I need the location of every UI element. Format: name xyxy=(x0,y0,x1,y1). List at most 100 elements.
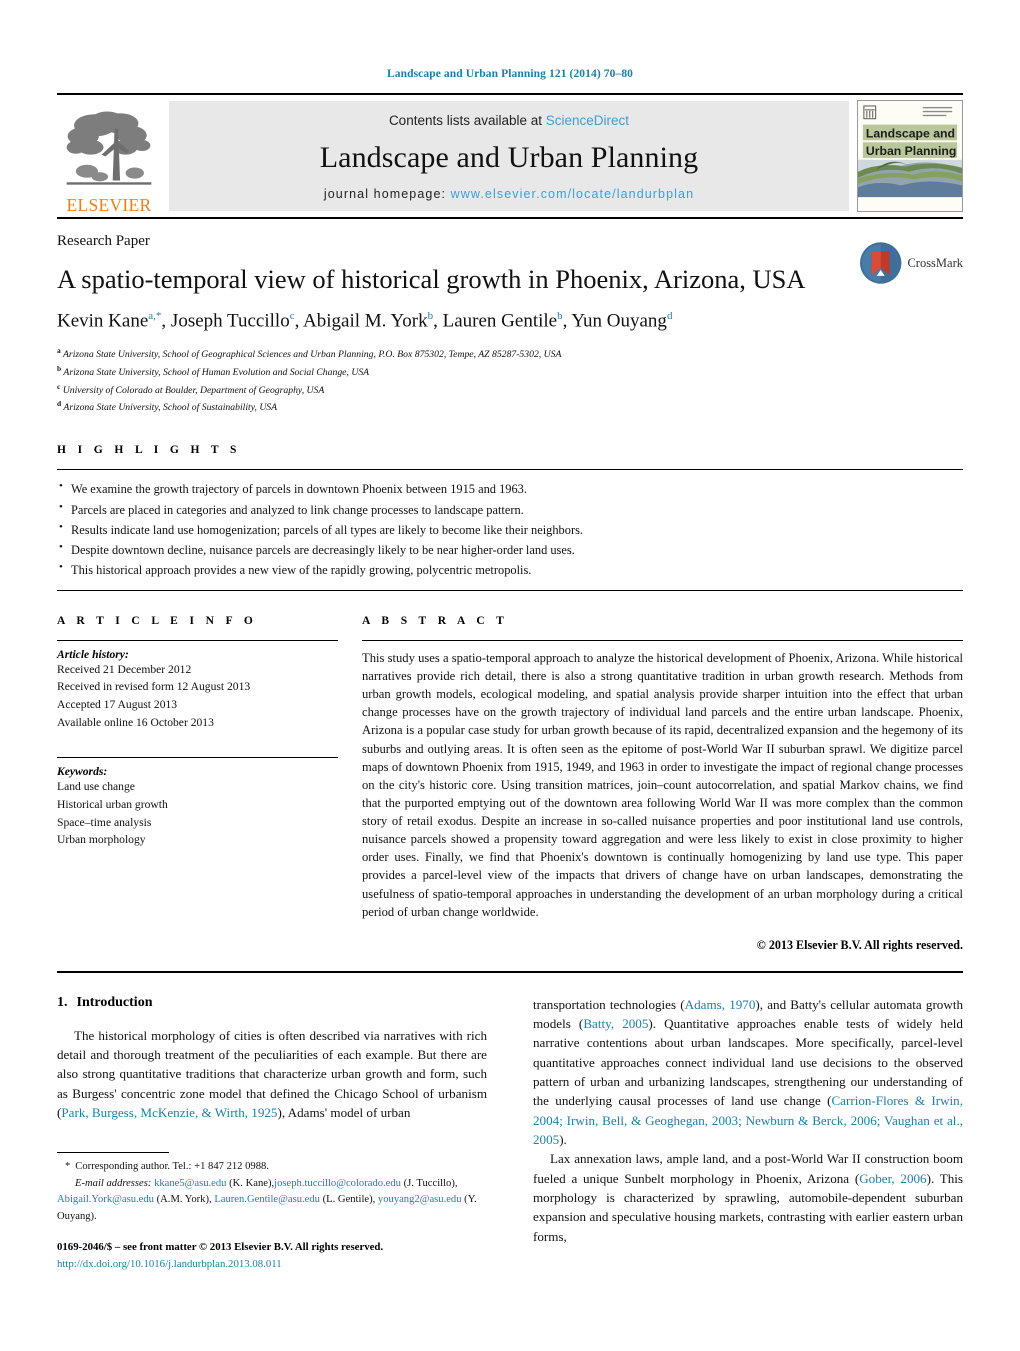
homepage-prefix: journal homepage: xyxy=(323,187,451,201)
highlights-rule-bottom xyxy=(57,589,963,591)
citation-link[interactable]: Park, Burgess, McKenzie, & Wirth, 1925 xyxy=(61,1105,277,1120)
body-column-right: transportation technologies (Adams, 1970… xyxy=(533,995,963,1273)
footnote-rule xyxy=(57,1152,169,1154)
crossmark-icon xyxy=(859,242,902,284)
paper-page: Landscape and Urban Planning 121 (2014) … xyxy=(0,0,1020,1351)
paragraph: The historical morphology of cities is o… xyxy=(57,1026,487,1123)
email-addresses-note: E-mail addresses: kkane5@asu.edu (K. Kan… xyxy=(57,1176,487,1225)
keyword-item: Urban morphology xyxy=(57,833,146,847)
info-abstract-row: A R T I C L E I N F O Article history: R… xyxy=(57,615,963,953)
list-item: We examine the growth trajectory of parc… xyxy=(57,478,963,499)
email-owner: (L. Gentile), xyxy=(319,1194,378,1206)
history-item: Received 21 December 2012 xyxy=(57,662,192,676)
abstract-copyright: © 2013 Elsevier B.V. All rights reserved… xyxy=(756,937,963,952)
email-link[interactable]: kkane5@asu.edu xyxy=(154,1178,226,1189)
affiliation-marker: b xyxy=(57,363,62,373)
issn-line: 0169-2046/$ – see front matter © 2013 El… xyxy=(57,1240,384,1253)
section-divider-rule xyxy=(57,970,963,973)
affiliation-item: b Arizona State University, School of Hu… xyxy=(57,363,963,381)
journal-band: Contents lists available at ScienceDirec… xyxy=(169,101,849,211)
contents-prefix: Contents lists available at xyxy=(388,113,546,128)
doi-link[interactable]: http://dx.doi.org/10.1016/j.landurbplan.… xyxy=(57,1256,487,1273)
keyword-item: Historical urban growth xyxy=(57,797,168,811)
paragraph-text: transportation technologies ( xyxy=(533,996,685,1012)
email-owner: (K. Kane), xyxy=(226,1177,275,1189)
journal-homepage-url[interactable]: www.elsevier.com/locate/landurbplan xyxy=(451,187,694,201)
paragraph: Lax annexation laws, ample land, and a p… xyxy=(533,1149,963,1246)
article-info-column: A R T I C L E I N F O Article history: R… xyxy=(57,615,338,953)
history-item: Accepted 17 August 2013 xyxy=(57,698,178,712)
running-head: Landscape and Urban Planning 121 (2014) … xyxy=(386,68,634,80)
abstract-text: This study uses a spatio-temporal approa… xyxy=(362,650,963,919)
list-item: Despite downtown decline, nuisance parce… xyxy=(57,539,963,560)
affiliation-marker: d xyxy=(57,399,62,409)
affiliation-text: Arizona State University, School of Sust… xyxy=(63,402,278,414)
author-list: Kevin Kanea,*, Joseph Tuccilloc, Abigail… xyxy=(57,310,673,332)
corresponding-author-note: * Corresponding author. Tel.: +1 847 212 … xyxy=(57,1159,487,1175)
asterisk-icon: * xyxy=(65,1161,71,1173)
list-item: This historical approach provides a new … xyxy=(57,559,963,580)
keywords-label: Keywords: xyxy=(57,765,108,779)
email-link[interactable]: Abigail.York@asu.edu xyxy=(57,1194,154,1205)
email-owner: (J. Tuccillo), xyxy=(400,1177,458,1189)
journal-masthead: ELSEVIER Contents lists available at Sci… xyxy=(57,93,963,219)
page-title: A spatio-temporal view of historical gro… xyxy=(57,264,806,294)
article-history-label: Article history: xyxy=(57,647,129,661)
email-link[interactable]: Lauren.Gentile@asu.edu xyxy=(214,1194,320,1205)
contents-available-line: Contents lists available at ScienceDirec… xyxy=(389,113,629,128)
elsevier-tree-icon xyxy=(66,110,152,185)
body-column-left: 1. Introduction The historical morphology… xyxy=(57,995,487,1273)
article-title-block: Research Paper A spatio-temporal view of… xyxy=(57,233,963,416)
highlights-heading: H I G H L I G H T S xyxy=(57,444,241,457)
keyword-item: Space–time analysis xyxy=(57,815,152,829)
highlights-section: H I G H L I G H T S We examine the growt… xyxy=(57,444,963,591)
affiliation-item: a Arizona State University, School of Ge… xyxy=(57,345,963,363)
sciencedirect-link[interactable]: ScienceDirect xyxy=(546,113,629,128)
issn-copyright-block: 0169-2046/$ – see front matter © 2013 El… xyxy=(57,1239,487,1272)
affiliation-text: Arizona State University, School of Huma… xyxy=(63,366,370,378)
abstract-heading: A B S T R A C T xyxy=(362,614,509,627)
footnote-block: * Corresponding author. Tel.: +1 847 212 … xyxy=(57,1152,487,1272)
citation-link[interactable]: Adams, 1970 xyxy=(685,997,756,1012)
svg-text:Landscape and: Landscape and xyxy=(866,126,955,140)
corresponding-author-text: Corresponding author. Tel.: +1 847 212 0… xyxy=(75,1161,269,1173)
citation-link[interactable]: Gober, 2006 xyxy=(859,1171,926,1186)
highlights-list: We examine the growth trajectory of parc… xyxy=(57,470,963,579)
email-label: E-mail addresses: xyxy=(75,1177,152,1189)
affiliation-item: c University of Colorado at Boulder, Dep… xyxy=(57,381,963,399)
section-title: Introduction xyxy=(76,994,153,1010)
history-item: Received in revised form 12 August 2013 xyxy=(57,680,251,694)
citation-link[interactable]: Batty, 2005 xyxy=(583,1016,648,1031)
email-link[interactable]: youyang2@asu.edu xyxy=(378,1194,462,1205)
crossmark-badge[interactable]: CrossMark xyxy=(859,239,963,287)
article-info-heading: A R T I C L E I N F O xyxy=(57,614,258,627)
list-item: Results indicate land use homogenization… xyxy=(57,519,963,540)
affiliation-text: Arizona State University, School of Geog… xyxy=(63,348,562,360)
affiliation-item: d Arizona State University, School of Su… xyxy=(57,398,963,416)
journal-title: Landscape and Urban Planning xyxy=(319,140,699,174)
email-link[interactable]: joseph.tuccillo@colorado.edu xyxy=(274,1178,401,1189)
paragraph-text: ), Adams' model of urban xyxy=(277,1105,411,1120)
column-gap xyxy=(338,615,362,953)
paragraph: transportation technologies (Adams, 1970… xyxy=(533,995,963,1150)
email-owner: (A.M. York), xyxy=(153,1194,215,1206)
paragraph-text: ). xyxy=(559,1131,567,1147)
list-item: Parcels are placed in categories and ana… xyxy=(57,498,963,520)
section-number: 1. xyxy=(57,994,68,1010)
elsevier-wordmark: ELSEVIER xyxy=(66,194,152,215)
crossmark-label: CrossMark xyxy=(907,255,963,270)
article-history-block: Article history: Received 21 December 20… xyxy=(57,641,338,731)
journal-cover-thumbnail: Landscape and Urban Planning xyxy=(857,100,963,212)
affiliation-marker: c xyxy=(57,381,61,391)
section-heading-introduction: 1. Introduction xyxy=(57,995,487,1011)
affiliation-marker: a xyxy=(57,345,61,355)
journal-homepage-line: journal homepage: www.elsevier.com/locat… xyxy=(324,187,694,201)
keywords-block: Keywords: Land use change Historical urb… xyxy=(57,758,338,848)
article-type-label: Research Paper xyxy=(57,233,150,249)
history-item: Available online 16 October 2013 xyxy=(57,715,214,729)
abstract-column: A B S T R A C T This study uses a spatio… xyxy=(362,615,963,953)
elsevier-logo: ELSEVIER xyxy=(57,95,161,217)
svg-text:Urban Planning: Urban Planning xyxy=(866,144,957,158)
keyword-item: Land use change xyxy=(57,780,135,794)
